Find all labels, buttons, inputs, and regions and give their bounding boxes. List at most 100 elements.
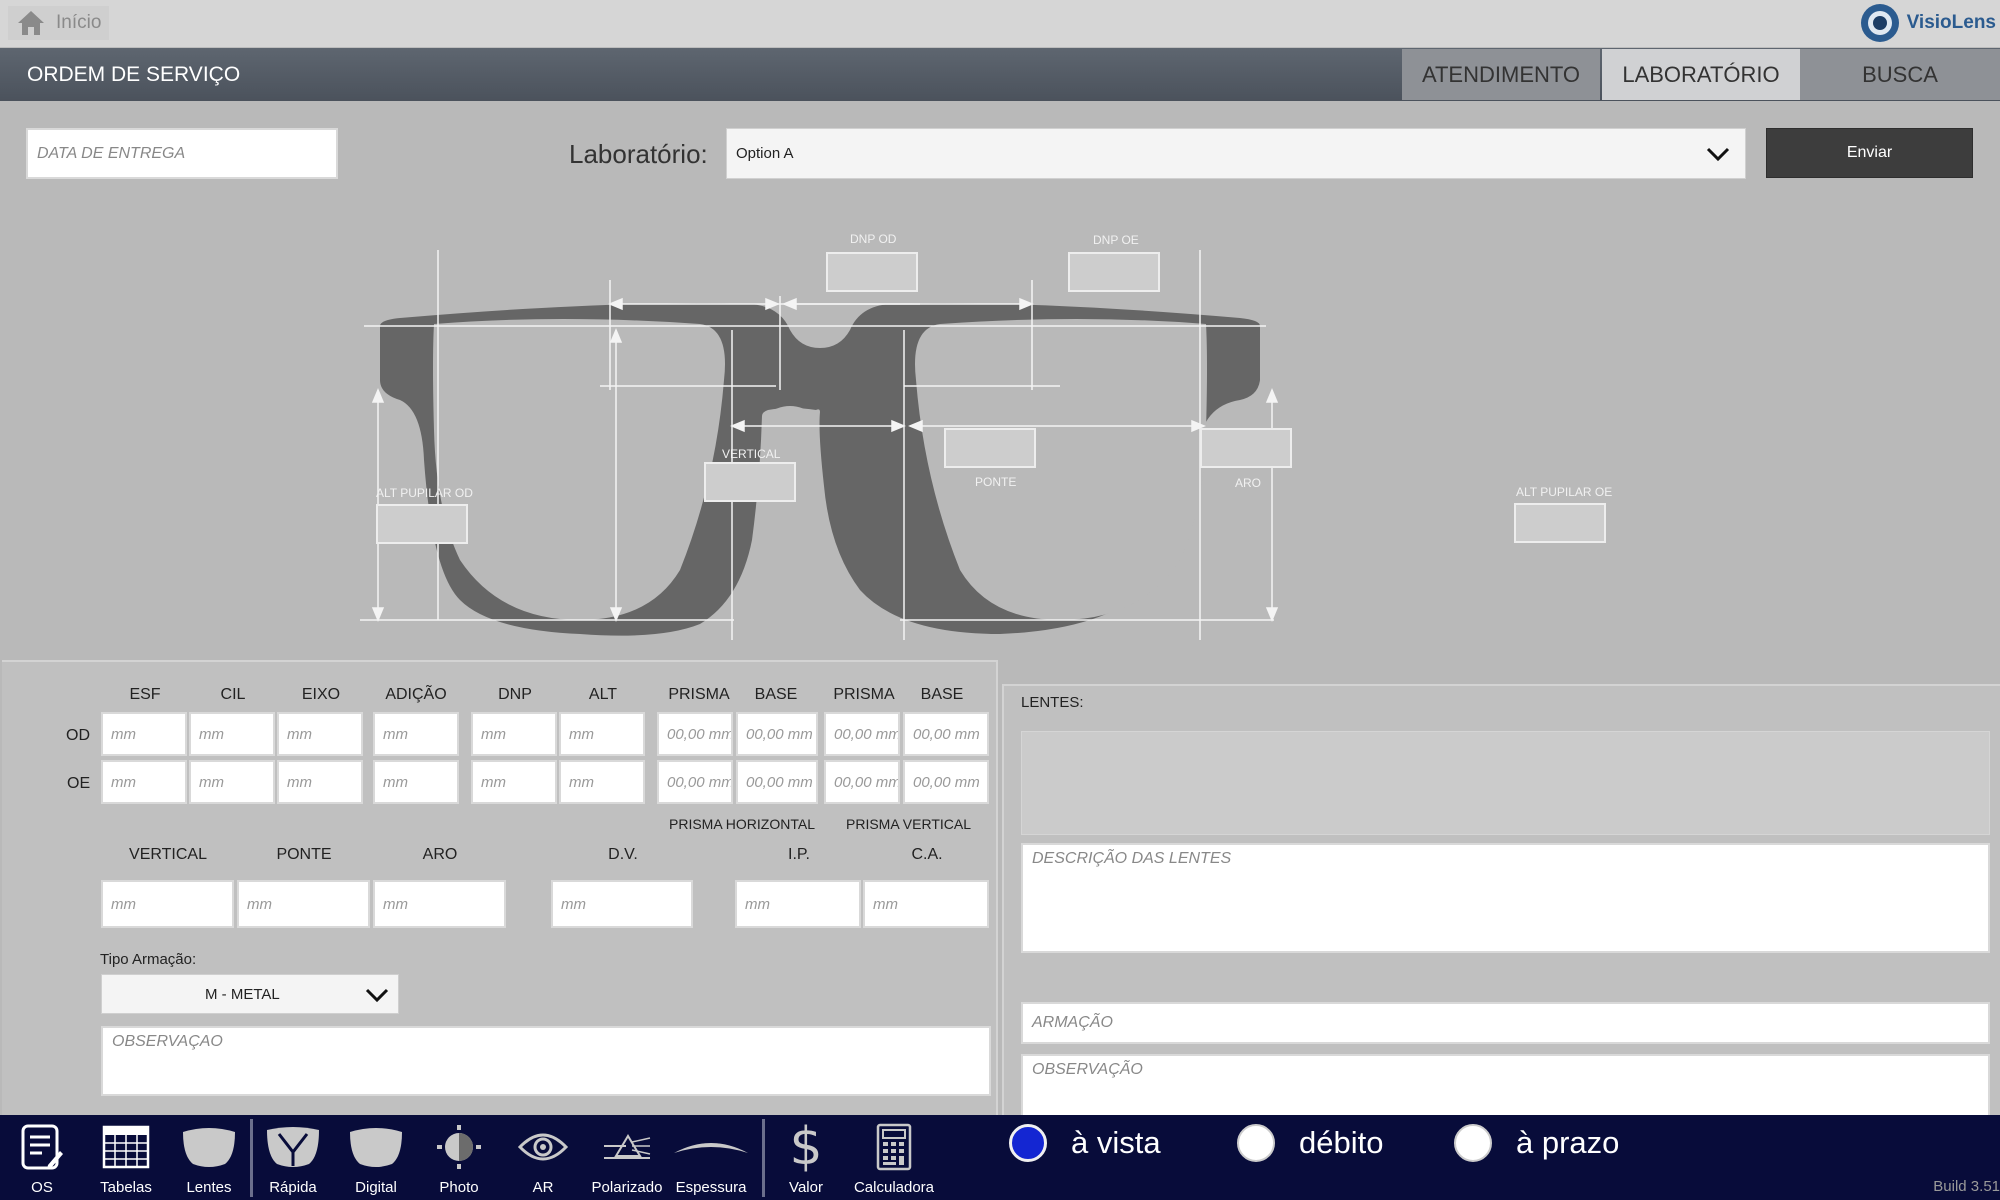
ca-input[interactable]: mm xyxy=(863,880,989,928)
radio-debito[interactable] xyxy=(1237,1124,1275,1162)
col-dv: D.V. xyxy=(608,846,638,863)
toolbar-calculadora-label: Calculadora xyxy=(853,1179,935,1196)
lens-fast-icon xyxy=(267,1127,319,1167)
eye-icon xyxy=(518,1133,568,1161)
aro-label: ARO xyxy=(1235,476,1262,490)
toolbar-lentes[interactable]: Lentes xyxy=(178,1115,240,1200)
delivery-date-input[interactable]: DATA DE ENTREGA xyxy=(26,128,338,179)
tab-atendimento[interactable]: ATENDIMENTO xyxy=(1402,49,1600,100)
payment-option-avista[interactable]: à vista xyxy=(1009,1124,1161,1162)
alt-pupilar-od-label: ALT PUPILAR OD xyxy=(376,486,473,500)
dnp-oe-input[interactable] xyxy=(1068,252,1160,292)
toolbar-digital-label: Digital xyxy=(355,1179,397,1196)
lens-observacao-textarea[interactable]: OBSERVAÇÃO xyxy=(1021,1054,1990,1117)
oe-esf-input[interactable]: mm xyxy=(101,760,187,804)
home-button[interactable]: Início xyxy=(8,6,110,40)
vertical-input[interactable]: mm xyxy=(101,880,234,928)
toolbar-photo[interactable]: Photo xyxy=(428,1115,490,1200)
lentes-list[interactable] xyxy=(1021,731,1990,835)
od-prisma-v-input[interactable]: 00,00 mm xyxy=(824,712,900,756)
radio-avista[interactable] xyxy=(1009,1124,1047,1162)
alt-pupilar-oe-input[interactable] xyxy=(1514,503,1606,543)
thickness-icon xyxy=(674,1143,748,1153)
frame-type-value: M - METAL xyxy=(205,986,280,1003)
observacao-textarea[interactable]: OBSERVAÇAO xyxy=(101,1026,991,1096)
col-dnp: DNP xyxy=(498,686,532,703)
aro-input[interactable]: mm xyxy=(373,880,506,928)
oe-prisma-h-input[interactable]: 00,00 mm xyxy=(657,760,733,804)
od-cil-input[interactable]: mm xyxy=(189,712,275,756)
vertical-input[interactable] xyxy=(704,462,796,502)
lab-select[interactable]: Option A xyxy=(726,128,1746,179)
toolbar-os[interactable]: OS xyxy=(12,1115,72,1200)
alt-pupilar-od-input[interactable] xyxy=(376,504,468,544)
col-eixo: EIXO xyxy=(301,686,341,703)
frame-diagram: DNP OD DNP OE VERTICAL PONTE ARO ALT PUP… xyxy=(360,220,1620,660)
page-title: ORDEM DE SERVIÇO xyxy=(27,63,241,86)
dnp-od-input[interactable] xyxy=(826,252,918,292)
oe-eixo-input[interactable]: mm xyxy=(277,760,363,804)
toolbar-calculadora[interactable]: Calculadora xyxy=(848,1115,940,1200)
toolbar-ar[interactable]: AR xyxy=(512,1115,574,1200)
oe-prisma-v-input[interactable]: 00,00 mm xyxy=(824,760,900,804)
frame-type-select[interactable]: M - METAL xyxy=(101,974,399,1014)
toolbar-rapida-label: Rápida xyxy=(269,1179,317,1196)
toolbar-valor[interactable]: $ Valor xyxy=(776,1115,836,1200)
col-prisma-v: PRISMA xyxy=(833,686,895,703)
build-version: Build 3.51 xyxy=(1933,1178,2000,1195)
chevron-down-icon xyxy=(365,988,389,1003)
toolbar-lentes-label: Lentes xyxy=(186,1179,232,1196)
toolbar-espessura-label: Espessura xyxy=(675,1179,747,1196)
od-esf-input[interactable]: mm xyxy=(101,712,187,756)
dv-input[interactable]: mm xyxy=(551,880,693,928)
od-prisma-h-input[interactable]: 00,00 mm xyxy=(657,712,733,756)
col-ip: I.P. xyxy=(788,846,810,863)
toolbar-digital[interactable]: Digital xyxy=(345,1115,407,1200)
oe-alt-input[interactable]: mm xyxy=(559,760,645,804)
oe-base-h-input[interactable]: 00,00 mm xyxy=(736,760,818,804)
od-base-h-input[interactable]: 00,00 mm xyxy=(736,712,818,756)
aro-input[interactable] xyxy=(1200,428,1292,468)
payment-option-aprazo[interactable]: à prazo xyxy=(1454,1124,1619,1162)
toolbar-tabelas-label: Tabelas xyxy=(100,1179,152,1196)
page-header: ORDEM DE SERVIÇO ATENDIMENTO LABORATÓRIO… xyxy=(0,48,2000,101)
oe-adicao-input[interactable]: mm xyxy=(373,760,459,804)
toolbar-espessura[interactable]: Espessura xyxy=(672,1115,750,1200)
oe-base-v-input[interactable]: 00,00 mm xyxy=(903,760,989,804)
col-base-v: BASE xyxy=(920,686,964,703)
table-icon xyxy=(102,1125,150,1169)
od-alt-input[interactable]: mm xyxy=(559,712,645,756)
tab-laboratorio[interactable]: LABORATÓRIO xyxy=(1602,49,1800,100)
armacao-input[interactable]: ARMAÇÃO xyxy=(1021,1002,1990,1044)
payment-option-debito[interactable]: débito xyxy=(1237,1124,1383,1162)
lentes-label: LENTES: xyxy=(1021,694,1084,711)
send-button[interactable]: Enviar xyxy=(1766,128,1973,178)
lens-description-textarea[interactable]: DESCRIÇÃO DAS LENTES xyxy=(1021,843,1990,953)
ponte-input[interactable] xyxy=(944,428,1036,468)
ponte-input[interactable]: mm xyxy=(237,880,370,928)
frame-type-label: Tipo Armação: xyxy=(100,951,197,968)
col-cil: CIL xyxy=(220,686,246,703)
brand-logo: VisioLens xyxy=(1859,2,1996,44)
polarized-prism-icon xyxy=(604,1134,651,1159)
oe-dnp-input[interactable]: mm xyxy=(471,760,557,804)
alt-pupilar-oe-label: ALT PUPILAR OE xyxy=(1516,485,1613,499)
lab-select-value: Option A xyxy=(736,145,794,162)
toolbar-polarizado[interactable]: Polarizado xyxy=(587,1115,667,1200)
toolbar-tabelas[interactable]: Tabelas xyxy=(95,1115,157,1200)
od-eixo-input[interactable]: mm xyxy=(277,712,363,756)
row-od-label: OD xyxy=(66,727,90,744)
radio-aprazo[interactable] xyxy=(1454,1124,1492,1162)
row-oe-label: OE xyxy=(67,775,91,792)
od-adicao-input[interactable]: mm xyxy=(373,712,459,756)
col-ca: C.A. xyxy=(911,846,943,863)
toolbar-rapida[interactable]: Rápida xyxy=(262,1115,324,1200)
ip-input[interactable]: mm xyxy=(735,880,861,928)
toolbar-separator xyxy=(762,1119,765,1197)
tab-busca[interactable]: BUSCA xyxy=(1800,49,2000,100)
oe-cil-input[interactable]: mm xyxy=(189,760,275,804)
od-base-v-input[interactable]: 00,00 mm xyxy=(903,712,989,756)
col-aro: ARO xyxy=(422,846,458,863)
home-label: Início xyxy=(56,12,102,33)
od-dnp-input[interactable]: mm xyxy=(471,712,557,756)
